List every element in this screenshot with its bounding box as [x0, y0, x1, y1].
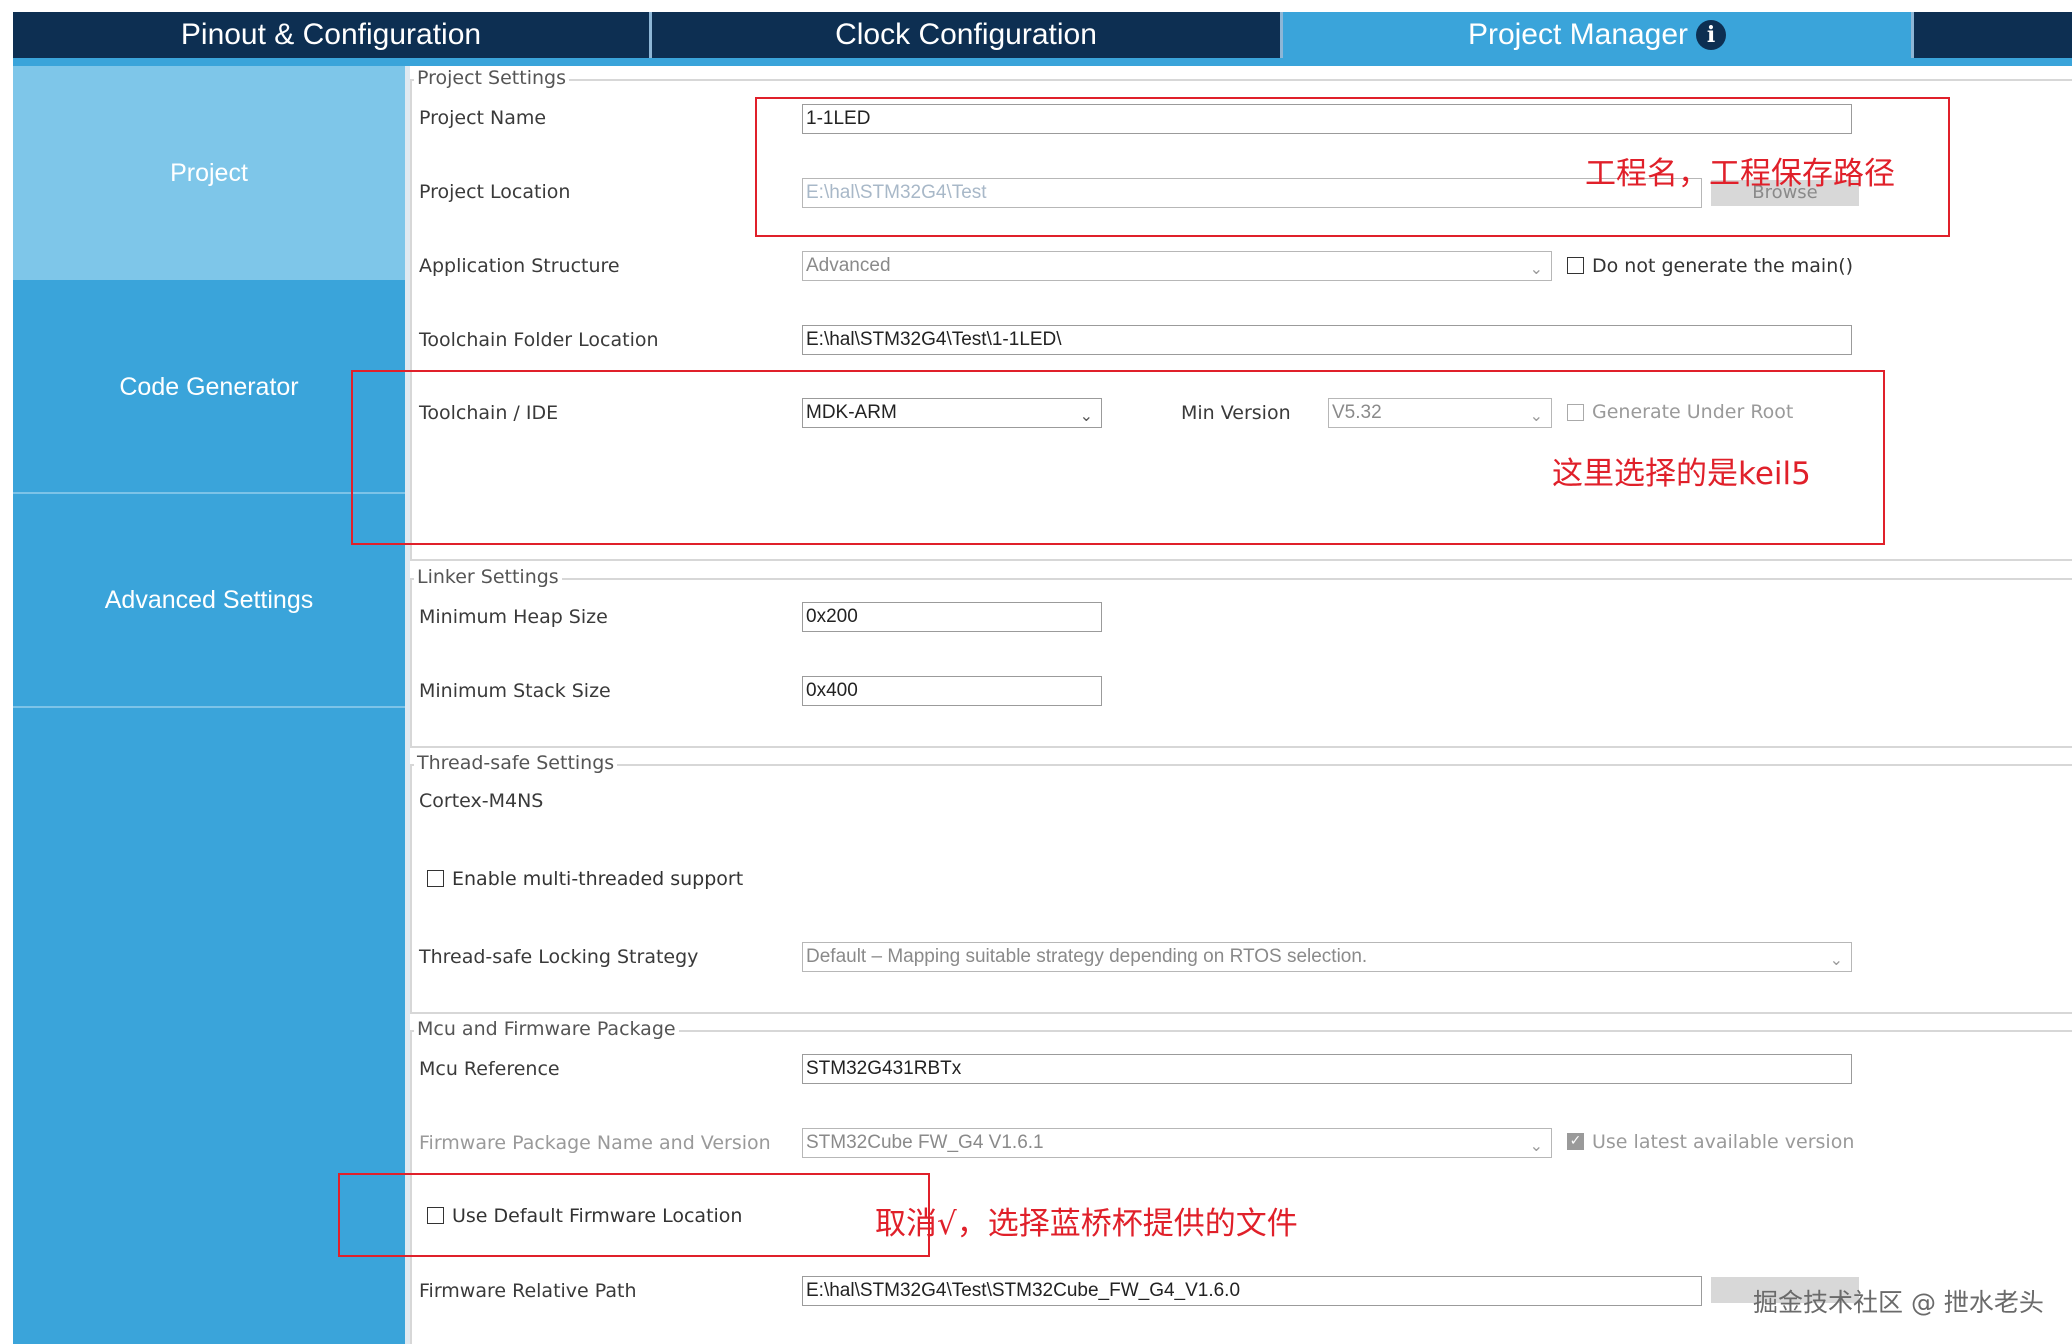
groupbox-bottom-line — [410, 1012, 2072, 1014]
multithread-checkbox[interactable] — [427, 870, 444, 887]
annotation-project-name-note: 工程名，工程保存路径 — [1585, 156, 1895, 192]
groupbox-left-line — [410, 764, 412, 1014]
min-heap-label: Minimum Heap Size — [419, 606, 608, 628]
groupbox-left-line — [410, 578, 412, 748]
application-structure-select[interactable]: Advanced ⌄ — [802, 251, 1552, 281]
tab-separator — [1911, 12, 1914, 58]
tab-underbar — [13, 58, 2072, 66]
min-heap-input[interactable]: 0x200 — [802, 602, 1102, 632]
mcu-reference-input[interactable]: STM32G431RBTx — [802, 1054, 1852, 1084]
chevron-down-icon: ⌄ — [1829, 952, 1843, 969]
tab-clock-configuration[interactable]: Clock Configuration — [652, 12, 1280, 58]
select-value: Advanced — [806, 255, 891, 276]
groupbox-title-project-settings: Project Settings — [414, 67, 569, 89]
groupbox-title-thread-safe: Thread-safe Settings — [414, 752, 618, 774]
annotation-box-firmware — [338, 1173, 930, 1257]
toolchain-folder-input[interactable]: E:\hal\STM32G4\Test\1-1LED\ — [802, 325, 1852, 355]
no-main-checkbox[interactable] — [1567, 257, 1584, 274]
groupbox-top-line — [410, 578, 2072, 580]
project-location-label: Project Location — [419, 181, 571, 203]
sidebar-item-advanced-settings[interactable]: Advanced Settings — [13, 494, 405, 706]
select-value: Default – Mapping suitable strategy depe… — [806, 946, 1368, 967]
tab-label: Clock Configuration — [835, 18, 1097, 51]
groupbox-bottom-line — [410, 559, 2072, 561]
multithread-label: Enable multi-threaded support — [452, 868, 744, 890]
min-stack-input[interactable]: 0x400 — [802, 676, 1102, 706]
use-latest-checkbox[interactable]: ✓ — [1567, 1133, 1584, 1150]
sidebar-item-project[interactable]: Project — [13, 66, 405, 280]
toolchain-folder-label: Toolchain Folder Location — [419, 329, 659, 351]
application-structure-label: Application Structure — [419, 255, 620, 277]
chevron-down-icon: ⌄ — [1529, 1138, 1543, 1155]
sidebar-item-label: Code Generator — [119, 372, 299, 401]
annotation-toolchain-note: 这里选择的是keil5 — [1552, 456, 1811, 492]
groupbox-bottom-line — [410, 746, 2072, 748]
sidebar-item-label: Project — [170, 158, 248, 187]
tab-pinout-configuration[interactable]: Pinout & Configuration — [13, 12, 649, 58]
watermark: 掘金技术社区 @ 抴水老头 — [1753, 1288, 2044, 1317]
min-stack-label: Minimum Stack Size — [419, 680, 611, 702]
sidebar-item-label: Advanced Settings — [104, 585, 314, 614]
groupbox-top-line — [410, 764, 2072, 766]
firmware-relative-path-label: Firmware Relative Path — [419, 1280, 637, 1302]
firmware-package-label: Firmware Package Name and Version — [419, 1132, 771, 1154]
tab-project-manager[interactable]: Project Manager i — [1283, 12, 1911, 58]
core-label: Cortex-M4NS — [419, 790, 544, 812]
no-main-label: Do not generate the main() — [1592, 255, 1854, 277]
firmware-package-select[interactable]: STM32Cube FW_G4 V1.6.1 ⌄ — [802, 1128, 1552, 1158]
locking-strategy-label: Thread-safe Locking Strategy — [419, 946, 699, 968]
firmware-relative-path-input[interactable]: E:\hal\STM32G4\Test\STM32Cube_FW_G4_V1.6… — [802, 1276, 1702, 1306]
sidebar-divider — [13, 706, 405, 708]
sidebar-item-code-generator[interactable]: Code Generator — [13, 282, 405, 492]
mcu-reference-label: Mcu Reference — [419, 1058, 560, 1080]
locking-strategy-select[interactable]: Default – Mapping suitable strategy depe… — [802, 942, 1852, 972]
info-icon[interactable]: i — [1696, 20, 1727, 50]
chevron-down-icon: ⌄ — [1529, 261, 1543, 278]
tab-label: Pinout & Configuration — [180, 18, 482, 51]
groupbox-title-linker-settings: Linker Settings — [414, 566, 562, 588]
groupbox-top-line — [410, 79, 2072, 81]
project-name-label: Project Name — [419, 107, 547, 129]
use-latest-label: Use latest available version — [1592, 1131, 1855, 1153]
select-value: STM32Cube FW_G4 V1.6.1 — [806, 1132, 1044, 1153]
groupbox-title-mcu-firmware: Mcu and Firmware Package — [414, 1018, 679, 1040]
tab-label: Project Manager — [1467, 18, 1689, 51]
annotation-firmware-note: 取消√，选择蓝桥杯提供的文件 — [875, 1206, 1298, 1242]
